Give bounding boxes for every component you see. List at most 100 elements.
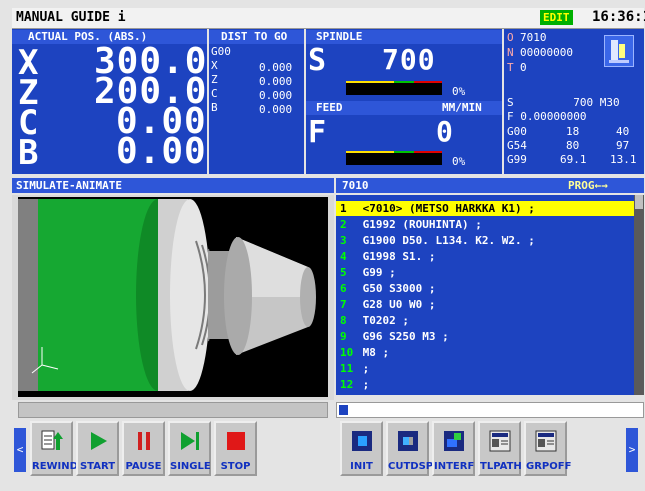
dist-to-go-header: DIST TO GO bbox=[209, 30, 304, 44]
play-icon bbox=[91, 432, 107, 450]
title-bar: MANUAL GUIDE i EDIT 16:36:13 bbox=[12, 8, 645, 29]
softkeys-left: REWIND START PAUSE SINGLE STOP bbox=[30, 421, 330, 479]
feed-unit: MM/MIN bbox=[442, 101, 482, 114]
dtg-axis: Z bbox=[211, 73, 218, 86]
grpoff-button[interactable]: GRPOFF bbox=[524, 421, 572, 476]
grpoff-label: GRPOFF bbox=[526, 461, 572, 472]
dtg-axis: C bbox=[211, 87, 218, 100]
interf-label: INTERF bbox=[434, 461, 475, 472]
pause-label: PAUSE bbox=[125, 461, 162, 472]
simulation-viewport[interactable] bbox=[18, 197, 328, 397]
program-line[interactable]: 11 ; bbox=[336, 361, 634, 376]
dtg-value: 0.000 bbox=[259, 103, 293, 116]
workpiece-render bbox=[18, 197, 328, 397]
gcode-cell: 69.1 bbox=[560, 153, 587, 166]
single-label: SINGLE bbox=[170, 461, 211, 472]
stop-icon bbox=[227, 432, 245, 450]
status-panel: O 7010 N 00000000 T 0 S 700 M30 F 0.0000… bbox=[504, 29, 644, 174]
dtg-value: 0.000 bbox=[259, 75, 293, 88]
gcode-cell: 97 bbox=[616, 139, 630, 152]
feed-load: 0% bbox=[452, 155, 466, 168]
cutdsp-button[interactable]: CUTDSP bbox=[386, 421, 433, 476]
spindle-letter: S bbox=[308, 43, 327, 78]
init-icon bbox=[352, 431, 372, 451]
tool-path-icon bbox=[489, 430, 511, 452]
program-line[interactable]: 3 G1900 D50. L134. K2. W2. ; bbox=[336, 233, 634, 248]
program-page-toggle[interactable]: PROG←→ bbox=[568, 178, 608, 193]
program-line[interactable]: 10 M8 ; bbox=[336, 345, 634, 360]
tlpath-button[interactable]: TLPATH bbox=[478, 421, 522, 476]
init-label: INIT bbox=[350, 461, 373, 472]
program-line[interactable]: 1 <7010> (METSO HARKKA K1) ; bbox=[336, 201, 634, 216]
spindle-header: SPINDLE bbox=[306, 30, 502, 44]
program-listing[interactable]: 1 <7010> (METSO HARKKA K1) ; 2 G1992 (RO… bbox=[336, 195, 634, 395]
stop-button[interactable]: STOP bbox=[214, 421, 257, 476]
program-scrollbar[interactable] bbox=[634, 195, 644, 395]
gcode-cell: G54 bbox=[507, 139, 527, 152]
single-step-icon bbox=[181, 432, 199, 450]
pause-icon bbox=[138, 432, 150, 450]
program-line[interactable]: 8 T0202 ; bbox=[336, 313, 634, 328]
clock: 16:36:13 bbox=[592, 9, 645, 25]
gcode-cell: 40 bbox=[616, 125, 630, 138]
gcode-cell: 13.1 bbox=[610, 153, 637, 166]
mode-badge: EDIT bbox=[540, 10, 573, 25]
rewind-label: REWIND bbox=[32, 461, 78, 472]
program-line[interactable]: 6 G50 S3000 ; bbox=[336, 281, 634, 296]
gcode-cell: 80 bbox=[566, 139, 580, 152]
program-line[interactable]: 7 G28 U0 W0 ; bbox=[336, 297, 634, 312]
rewind-icon bbox=[41, 430, 63, 450]
cnc-screen: MANUAL GUIDE i EDIT 16:36:13 ACTUAL POS.… bbox=[0, 0, 645, 491]
program-line[interactable]: 4 G1998 S1. ; bbox=[336, 249, 634, 264]
softkeys-right: INIT CUTDSP INTERF TLPATH GRPOFF bbox=[340, 421, 630, 479]
machine-icon bbox=[604, 35, 634, 67]
simulate-header: SIMULATE-ANIMATE bbox=[12, 178, 334, 193]
stop-label: STOP bbox=[220, 461, 251, 472]
sequence-number: 00000000 bbox=[520, 46, 573, 59]
f-modal-line: F 0.00000000 bbox=[507, 110, 587, 123]
tool-number: 0 bbox=[520, 61, 527, 74]
feed-title: FEED bbox=[316, 101, 343, 114]
scrollbar-thumb[interactable] bbox=[635, 195, 643, 209]
dtg-axis: B bbox=[211, 101, 218, 114]
single-block-button[interactable]: SINGLE bbox=[168, 421, 211, 476]
spindle-feed-panel: SPINDLE S 700 0% FEED MM/MIN F 0 0% bbox=[306, 29, 502, 174]
softkey-prev-button[interactable]: < bbox=[14, 428, 26, 472]
init-button[interactable]: INIT bbox=[340, 421, 383, 476]
start-label: START bbox=[79, 461, 116, 472]
interference-icon bbox=[444, 431, 464, 451]
graphic-off-icon bbox=[535, 430, 557, 452]
interf-button[interactable]: INTERF bbox=[432, 421, 475, 476]
n-label: N bbox=[507, 46, 514, 59]
pause-button[interactable]: PAUSE bbox=[122, 421, 165, 476]
axis-label: B bbox=[18, 133, 39, 173]
spindle-speed: 700 bbox=[382, 43, 436, 76]
start-button[interactable]: START bbox=[76, 421, 119, 476]
gcode-cell: G00 bbox=[507, 125, 527, 138]
softkey-next-button[interactable]: > bbox=[626, 428, 638, 472]
key-input-buffer[interactable] bbox=[336, 402, 644, 418]
feed-load-bar bbox=[346, 151, 442, 165]
feed-letter: F bbox=[308, 115, 327, 150]
program-line[interactable]: 12 ; bbox=[336, 377, 634, 392]
feed-header: FEED MM/MIN bbox=[306, 101, 502, 115]
dtg-axis: X bbox=[211, 59, 218, 72]
dtg-value: 0.000 bbox=[259, 61, 293, 74]
modal-gcode: G00 bbox=[211, 45, 231, 58]
dtg-value: 0.000 bbox=[259, 89, 293, 102]
program-line[interactable]: 2 G1992 (ROUHINTA) ; bbox=[336, 217, 634, 232]
program-header: 7010 PROG←→ bbox=[336, 178, 644, 193]
input-cursor bbox=[339, 405, 348, 415]
o-label: O bbox=[507, 31, 514, 44]
cut-display-icon bbox=[398, 431, 418, 451]
program-line[interactable]: 5 G99 ; bbox=[336, 265, 634, 280]
program-name: 7010 bbox=[342, 179, 369, 192]
feed-value: 0 bbox=[436, 115, 454, 148]
program-line[interactable]: 9 G96 S250 M3 ; bbox=[336, 329, 634, 344]
dist-to-go-panel: DIST TO GO G00 X 0.000 Z 0.000 C 0.000 B… bbox=[209, 29, 304, 174]
rewind-button[interactable]: REWIND bbox=[30, 421, 78, 476]
actual-position-panel: ACTUAL POS. (ABS.) X 300.000 Z 200.000 C… bbox=[12, 29, 252, 174]
t-label: T bbox=[507, 61, 514, 74]
spindle-load-bar bbox=[346, 81, 442, 95]
spindle-load: 0% bbox=[452, 85, 466, 98]
